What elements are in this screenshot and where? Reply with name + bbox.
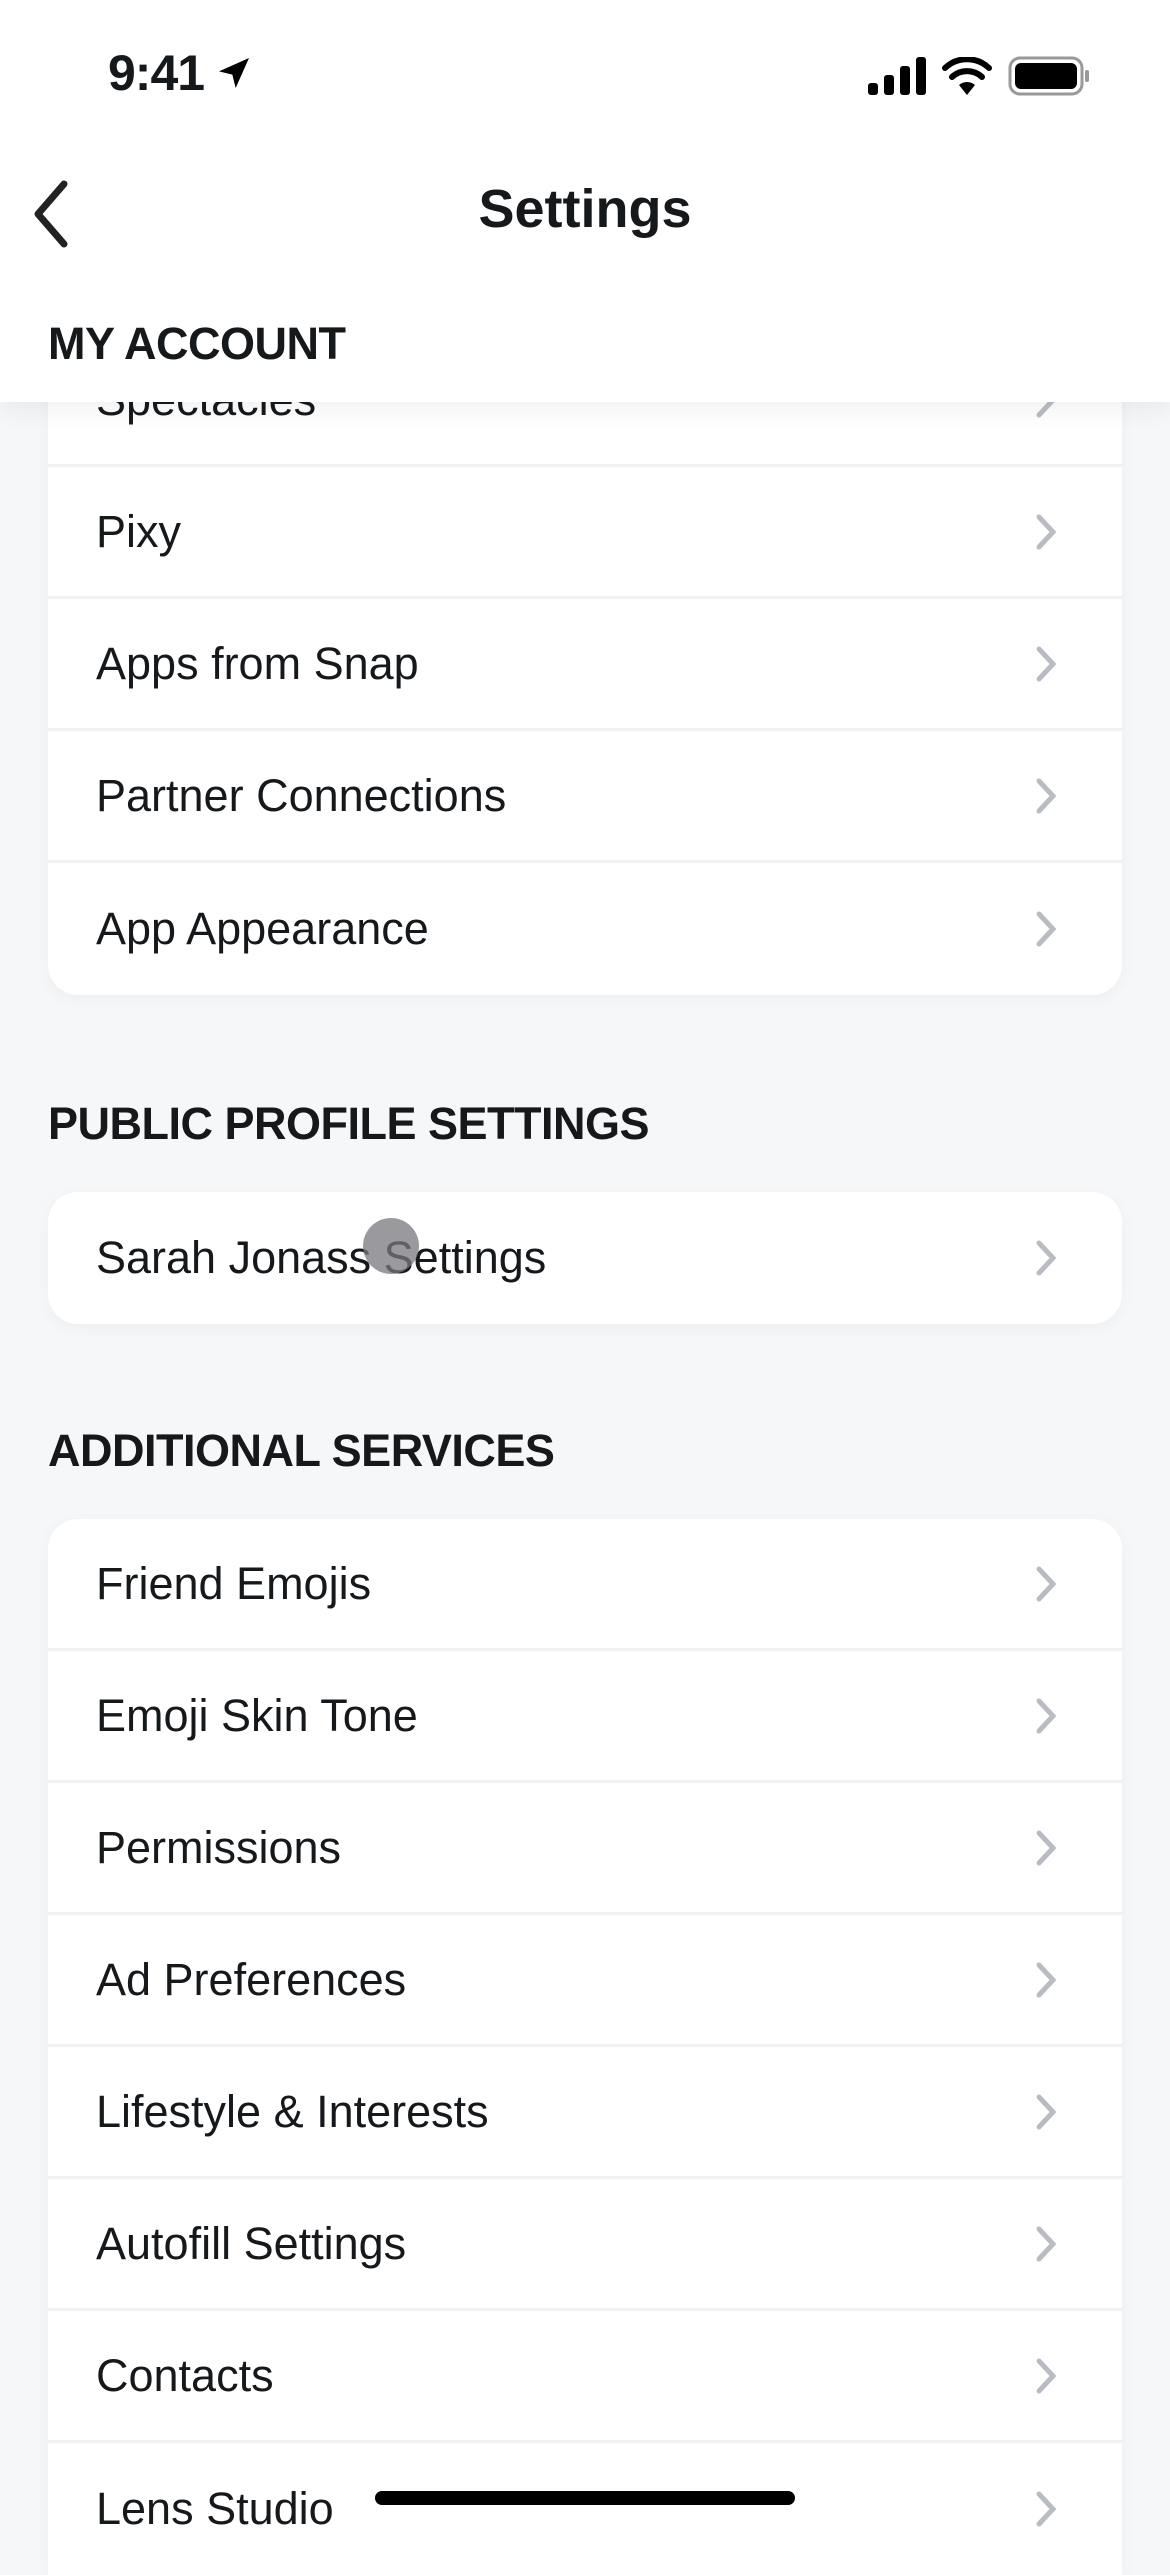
section-header-my-account: MY ACCOUNT bbox=[48, 318, 346, 369]
section-header-public-profile: PUBLIC PROFILE SETTINGS bbox=[48, 1098, 650, 1149]
chevron-right-icon bbox=[1036, 2094, 1057, 2129]
settings-row-contacts[interactable]: Contacts bbox=[48, 2311, 1122, 2443]
wifi-icon bbox=[942, 57, 992, 95]
settings-row-profile-settings[interactable]: Sarah Jonass Settings bbox=[48, 1192, 1122, 1324]
settings-row-friend-emojis[interactable]: Friend Emojis bbox=[48, 1519, 1122, 1651]
chevron-right-icon bbox=[1036, 2358, 1057, 2393]
chevron-right-icon bbox=[1036, 1240, 1057, 1276]
chevron-right-icon bbox=[1036, 911, 1057, 947]
battery-icon bbox=[1008, 56, 1089, 96]
location-arrow-icon bbox=[219, 58, 250, 88]
chevron-right-icon bbox=[1036, 1566, 1057, 1601]
chevron-right-icon bbox=[1036, 2226, 1057, 2261]
chevron-right-icon bbox=[1036, 514, 1057, 549]
chevron-right-icon bbox=[1036, 1962, 1057, 1997]
settings-row-ad-preferences[interactable]: Ad Preferences bbox=[48, 1915, 1122, 2047]
touch-indicator bbox=[363, 1218, 419, 1274]
chevron-right-icon bbox=[1036, 1698, 1057, 1733]
public-profile-card: Sarah Jonass Settings bbox=[48, 1192, 1122, 1324]
home-indicator[interactable] bbox=[375, 2491, 795, 2505]
settings-row-partner-connections[interactable]: Partner Connections bbox=[48, 731, 1122, 863]
my-account-card: Spectacles Pixy Apps from Snap Partner C… bbox=[48, 335, 1122, 995]
status-time: 9:41 bbox=[108, 44, 254, 102]
nav-header: 9:41 Settings MY ACCOUNT bbox=[0, 0, 1170, 402]
settings-row-autofill-settings[interactable]: Autofill Settings bbox=[48, 2179, 1122, 2311]
settings-row-permissions[interactable]: Permissions bbox=[48, 1783, 1122, 1915]
chevron-right-icon bbox=[1036, 778, 1057, 813]
chevron-right-icon bbox=[1036, 1830, 1057, 1865]
status-icons bbox=[868, 56, 1090, 96]
section-header-additional-services: ADDITIONAL SERVICES bbox=[48, 1425, 555, 1476]
chevron-right-icon bbox=[1036, 646, 1057, 681]
settings-row-lens-studio[interactable]: Lens Studio bbox=[48, 2443, 1122, 2575]
additional-services-card: Friend Emojis Emoji Skin Tone Permission… bbox=[48, 1519, 1122, 2575]
settings-row-apps-from-snap[interactable]: Apps from Snap bbox=[48, 599, 1122, 731]
chevron-right-icon bbox=[1036, 2491, 1057, 2527]
page-title: Settings bbox=[478, 179, 692, 239]
signal-icon bbox=[868, 57, 926, 95]
settings-row-app-appearance[interactable]: App Appearance bbox=[48, 863, 1122, 995]
settings-row-emoji-skin-tone[interactable]: Emoji Skin Tone bbox=[48, 1651, 1122, 1783]
settings-row-lifestyle-interests[interactable]: Lifestyle & Interests bbox=[48, 2047, 1122, 2179]
settings-row-pixy[interactable]: Pixy bbox=[48, 467, 1122, 599]
